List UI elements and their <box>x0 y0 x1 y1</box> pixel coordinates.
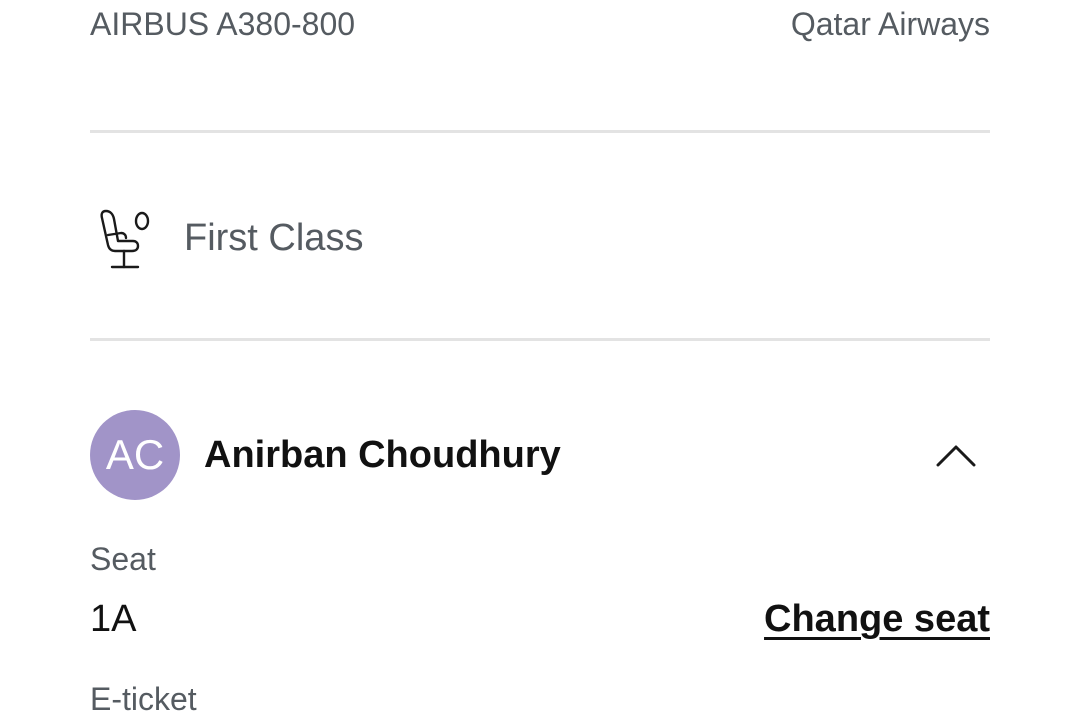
airline-name: Qatar Airways <box>790 5 990 42</box>
eticket-label: E-ticket <box>90 681 197 717</box>
cabin-class-label: First Class <box>184 216 364 259</box>
passenger-name: Anirban Choudhury <box>204 433 561 476</box>
avatar: AC <box>90 410 180 500</box>
divider <box>90 130 990 133</box>
passenger-header[interactable]: AC Anirban Choudhury <box>90 410 990 500</box>
seat-label: Seat <box>90 541 156 577</box>
flight-meta-row: AIRBUS A380-800 Qatar Airways <box>90 4 990 44</box>
seat-value-row: 1A Change seat <box>90 598 990 641</box>
cabin-class-row: First Class <box>98 203 363 273</box>
aircraft-type: AIRBUS A380-800 <box>90 5 356 42</box>
seat-value: 1A <box>90 598 137 640</box>
divider <box>90 338 990 341</box>
collapse-toggle-button[interactable] <box>926 425 986 485</box>
seat-icon <box>100 209 150 269</box>
change-seat-link[interactable]: Change seat <box>764 598 990 641</box>
chevron-up-icon <box>936 445 976 467</box>
